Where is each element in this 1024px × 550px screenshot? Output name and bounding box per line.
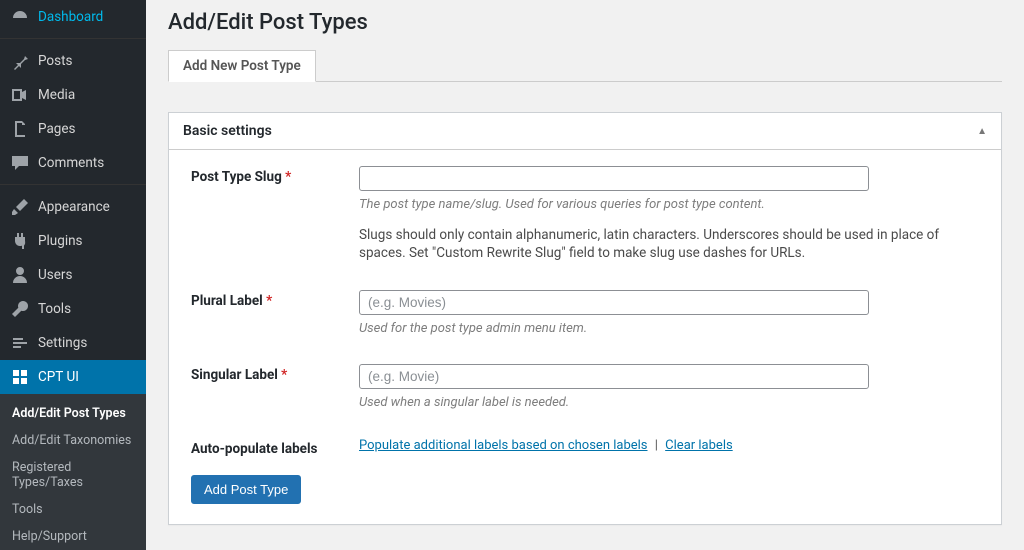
submenu-help-support[interactable]: Help/Support [0,523,146,550]
menu-plugins[interactable]: Plugins [0,224,146,258]
required-asterisk: * [285,169,291,185]
label-post-type-slug: Post Type Slug * [191,166,359,185]
add-post-type-button[interactable]: Add Post Type [191,475,301,504]
app-root: Dashboard Posts Media Pages Comments [0,0,1024,550]
postbox-header: Basic settings ▲ [169,113,1001,150]
basic-settings-box: Basic settings ▲ Post Type Slug * The po… [168,112,1002,525]
main-content: Add/Edit Post Types Add New Post Type Ba… [146,0,1024,550]
note-post-type-slug: Slugs should only contain alphanumeric, … [359,226,979,262]
menu-cpt-ui[interactable]: CPT UI [0,360,146,394]
row-singular-label: Singular Label * Used when a singular la… [191,364,979,410]
postbox-body: Post Type Slug * The post type name/slug… [169,150,1001,524]
help-singular-label: Used when a singular label is needed. [359,395,979,410]
menu-posts[interactable]: Posts [0,44,146,78]
tab-add-new-post-type[interactable]: Add New Post Type [168,50,316,82]
menu-label: Appearance [38,199,110,215]
comment-icon [10,153,30,173]
cpt-icon [10,367,30,387]
input-post-type-slug[interactable] [359,166,869,191]
menu-label: CPT UI [38,369,79,385]
field-singular-label: Used when a singular label is needed. [359,364,979,410]
postbox-title: Basic settings [183,123,272,139]
link-populate-labels[interactable]: Populate additional labels based on chos… [359,438,648,453]
menu-pages[interactable]: Pages [0,112,146,146]
submenu-registered-types-taxes[interactable]: Registered Types/Taxes [0,454,146,496]
plug-icon [10,231,30,251]
label-text: Singular Label [191,367,278,383]
row-plural-label: Plural Label * Used for the post type ad… [191,290,979,336]
menu-dashboard[interactable]: Dashboard [0,0,146,34]
admin-menu: Dashboard Posts Media Pages Comments [0,0,146,550]
menu-label: Users [38,267,72,283]
required-asterisk: * [266,293,272,309]
brush-icon [10,197,30,217]
gauge-icon [10,7,30,27]
menu-comments[interactable]: Comments [0,146,146,180]
submenu-add-edit-taxonomies[interactable]: Add/Edit Taxonomies [0,427,146,454]
label-text: Auto-populate labels [191,441,317,457]
row-auto-populate: Auto-populate labels Populate additional… [191,438,979,457]
submenu-cpt-ui: Add/Edit Post Types Add/Edit Taxonomies … [0,394,146,550]
admin-sidebar: Dashboard Posts Media Pages Comments [0,0,146,550]
tab-bar: Add New Post Type [168,49,1002,82]
pages-icon [10,119,30,139]
pin-icon [10,51,30,71]
menu-label: Comments [38,155,104,171]
menu-media[interactable]: Media [0,78,146,112]
field-plural-label: Used for the post type admin menu item. [359,290,979,336]
label-text: Post Type Slug [191,169,282,185]
label-text: Plural Label [191,293,263,309]
row-post-type-slug: Post Type Slug * The post type name/slug… [191,166,979,262]
menu-settings[interactable]: Settings [0,326,146,360]
menu-label: Pages [38,121,76,137]
sliders-icon [10,333,30,353]
menu-label: Settings [38,335,87,351]
menu-users[interactable]: Users [0,258,146,292]
menu-tools[interactable]: Tools [0,292,146,326]
menu-label: Plugins [38,233,83,249]
media-icon [10,85,30,105]
page-title: Add/Edit Post Types [168,8,1002,49]
field-auto-populate: Populate additional labels based on chos… [359,438,979,453]
label-auto-populate: Auto-populate labels [191,438,359,457]
help-post-type-slug: The post type name/slug. Used for variou… [359,197,979,212]
link-clear-labels[interactable]: Clear labels [665,438,733,453]
menu-label: Tools [38,301,71,317]
menu-label: Media [38,87,75,103]
required-asterisk: * [281,367,287,383]
wrench-icon [10,299,30,319]
label-plural-label: Plural Label * [191,290,359,309]
link-separator: | [651,438,662,453]
user-icon [10,265,30,285]
input-plural-label[interactable] [359,290,869,315]
menu-appearance[interactable]: Appearance [0,190,146,224]
menu-label: Dashboard [38,9,103,25]
field-post-type-slug: The post type name/slug. Used for variou… [359,166,979,262]
input-singular-label[interactable] [359,364,869,389]
submenu-tools[interactable]: Tools [0,496,146,523]
help-plural-label: Used for the post type admin menu item. [359,321,979,336]
menu-label: Posts [38,53,72,69]
label-singular-label: Singular Label * [191,364,359,383]
postbox-toggle[interactable]: ▲ [977,126,987,137]
submenu-add-edit-post-types[interactable]: Add/Edit Post Types [0,400,146,427]
